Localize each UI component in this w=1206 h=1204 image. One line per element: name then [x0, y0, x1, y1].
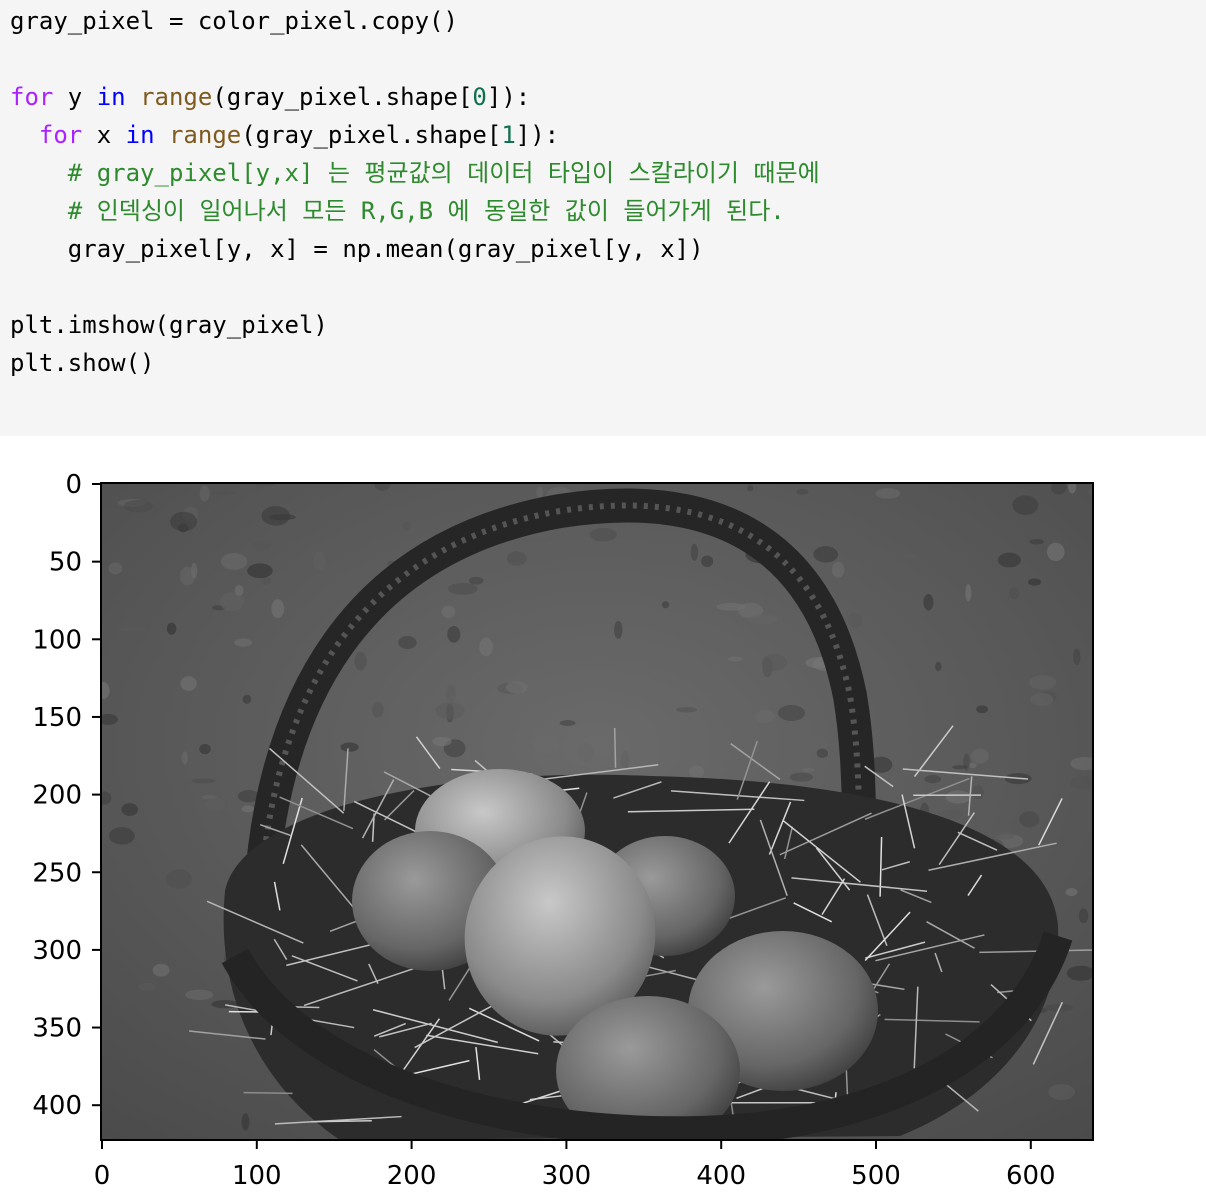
- plot-output: 0 50 100 150 200 250 300 350 400 0 100 200 300 400 50…: [0, 436, 1206, 1204]
- code-token: ]):: [515, 121, 560, 149]
- y-tick-label: 200: [32, 781, 82, 811]
- x-tick-label: 400: [696, 1161, 746, 1191]
- code-token: y: [53, 83, 97, 111]
- code-line: gray_pixel = color_pixel.copy(): [10, 2, 820, 40]
- code-token: range: [168, 121, 242, 149]
- code-comment: # gray_pixel[y,x] 는 평균값의 데이터 타입이 스칼라이기 때…: [67, 159, 820, 187]
- code-token: ]):: [486, 83, 531, 111]
- y-tick-label: 350: [32, 1014, 82, 1044]
- y-tick-label: 50: [49, 548, 82, 578]
- y-tick-label: 100: [32, 625, 82, 655]
- code-line: # gray_pixel[y,x] 는 평균값의 데이터 타입이 스칼라이기 때…: [10, 154, 820, 192]
- y-tick-label: 150: [32, 703, 82, 733]
- x-tick-label: 200: [387, 1161, 437, 1191]
- y-tick-label: 300: [32, 936, 82, 966]
- code-token: for: [38, 121, 83, 149]
- code-token: gray_pixel[y, x] = np.mean(gray_pixel[y,…: [10, 235, 704, 263]
- code-comment: # 인덱싱이 일어나서 모든 R,G,B 에 동일한 값이 들어가게 된다.: [67, 197, 785, 225]
- code-editor[interactable]: gray_pixel = color_pixel.copy() for y in…: [10, 2, 820, 382]
- code-token: (gray_pixel.shape[: [241, 121, 502, 149]
- code-line: plt.imshow(gray_pixel): [10, 306, 820, 344]
- y-axis: 0 50 100 150 200 250 300 350 400: [32, 470, 101, 1121]
- plot-figure: 0 50 100 150 200 250 300 350 400 0 100 200 300 400 50…: [32, 470, 1094, 1191]
- code-line: for x in range(gray_pixel.shape[1]):: [10, 116, 820, 154]
- code-cell[interactable]: gray_pixel = color_pixel.copy() for y in…: [0, 0, 1206, 436]
- code-token: in: [96, 83, 126, 111]
- code-line: for y in range(gray_pixel.shape[0]):: [10, 78, 820, 116]
- x-tick-label: 0: [94, 1161, 111, 1191]
- x-axis: 0 100 200 300 400 500 600: [94, 1140, 1056, 1191]
- code-token: 0: [472, 83, 487, 111]
- y-tick-label: 400: [32, 1091, 82, 1121]
- code-token: plt.show(): [10, 349, 155, 377]
- code-token: gray_pixel = color_pixel.copy(): [10, 7, 458, 35]
- code-token: range: [140, 83, 213, 111]
- code-token: for: [10, 83, 54, 111]
- code-line: plt.show(): [10, 344, 820, 382]
- y-tick-label: 0: [65, 470, 82, 500]
- grayscale-basket-image: [101, 483, 1093, 1140]
- x-tick-label: 500: [851, 1161, 901, 1191]
- code-line: # 인덱싱이 일어나서 모든 R,G,B 에 동일한 값이 들어가게 된다.: [10, 192, 820, 230]
- x-tick-label: 100: [232, 1161, 282, 1191]
- code-token: plt.imshow(gray_pixel): [10, 311, 328, 339]
- code-token: in: [125, 121, 155, 149]
- y-tick-label: 250: [32, 858, 82, 888]
- x-tick-label: 600: [1006, 1161, 1056, 1191]
- code-token: 1: [501, 121, 516, 149]
- code-line: gray_pixel[y, x] = np.mean(gray_pixel[y,…: [10, 230, 820, 268]
- code-token: (gray_pixel.shape[: [212, 83, 473, 111]
- code-token: x: [82, 121, 126, 149]
- x-tick-label: 300: [542, 1161, 592, 1191]
